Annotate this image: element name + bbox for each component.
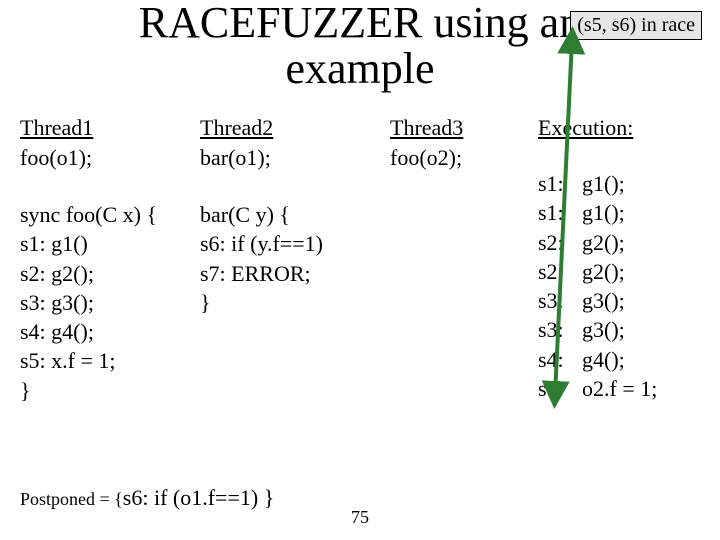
title-line-1: RACEFUZZER using an bbox=[139, 0, 581, 47]
thread3-heading: Thread3 bbox=[390, 113, 530, 143]
foo-definition: sync foo(C x) { s1: g1() s2: g2(); s3: g… bbox=[20, 200, 200, 405]
foo-close: } bbox=[20, 376, 200, 405]
bar-close: } bbox=[200, 288, 400, 317]
code-line: s2: g2(); bbox=[20, 259, 200, 288]
execution-trace: s1:g1(); s1:g1(); s2:g2(); s2:g2(); s3:g… bbox=[538, 169, 718, 403]
code-line: s6: if (y.f==1) bbox=[200, 229, 400, 258]
postponed-prefix: Postponed = { bbox=[20, 489, 123, 509]
execution-column-header: Execution: bbox=[538, 113, 708, 143]
exec-row: s4:g4(); bbox=[538, 345, 718, 374]
code-line: s7: ERROR; bbox=[200, 259, 400, 288]
thread3-call: foo(o2); bbox=[390, 143, 530, 173]
code-line: s3: g3(); bbox=[20, 288, 200, 317]
thread1-call: foo(o1); bbox=[20, 143, 195, 173]
exec-row: s1:g1(); bbox=[538, 198, 718, 227]
exec-row: s3:g3(); bbox=[538, 315, 718, 344]
thread1-column: Thread1 foo(o1); bbox=[20, 113, 195, 172]
title-line-2: example bbox=[285, 44, 434, 93]
code-line: s1: g1() bbox=[20, 229, 200, 258]
page-number: 75 bbox=[0, 507, 720, 528]
bar-definition: bar(C y) { s6: if (y.f==1) s7: ERROR; } bbox=[200, 200, 400, 317]
execution-heading: Execution: bbox=[538, 113, 708, 143]
code-line: s5: x.f = 1; bbox=[20, 346, 200, 375]
thread2-column: Thread2 bar(o1); bbox=[200, 113, 390, 172]
exec-row: s2:g2(); bbox=[538, 228, 718, 257]
bar-signature: bar(C y) { bbox=[200, 200, 400, 229]
code-line: s4: g4(); bbox=[20, 317, 200, 346]
exec-row: s3:g3(); bbox=[538, 286, 718, 315]
slide: RACEFUZZER using an example (s5, s6) in … bbox=[0, 0, 720, 540]
race-badge: (s5, s6) in race bbox=[570, 11, 702, 40]
exec-row: s5:o2.f = 1; bbox=[538, 374, 718, 403]
exec-row: s1:g1(); bbox=[538, 169, 718, 198]
thread3-column: Thread3 foo(o2); bbox=[390, 113, 530, 172]
thread2-heading: Thread2 bbox=[200, 113, 390, 143]
thread1-heading: Thread1 bbox=[20, 113, 195, 143]
foo-signature: sync foo(C x) { bbox=[20, 200, 200, 229]
exec-row: s2:g2(); bbox=[538, 257, 718, 286]
thread2-call: bar(o1); bbox=[200, 143, 390, 173]
